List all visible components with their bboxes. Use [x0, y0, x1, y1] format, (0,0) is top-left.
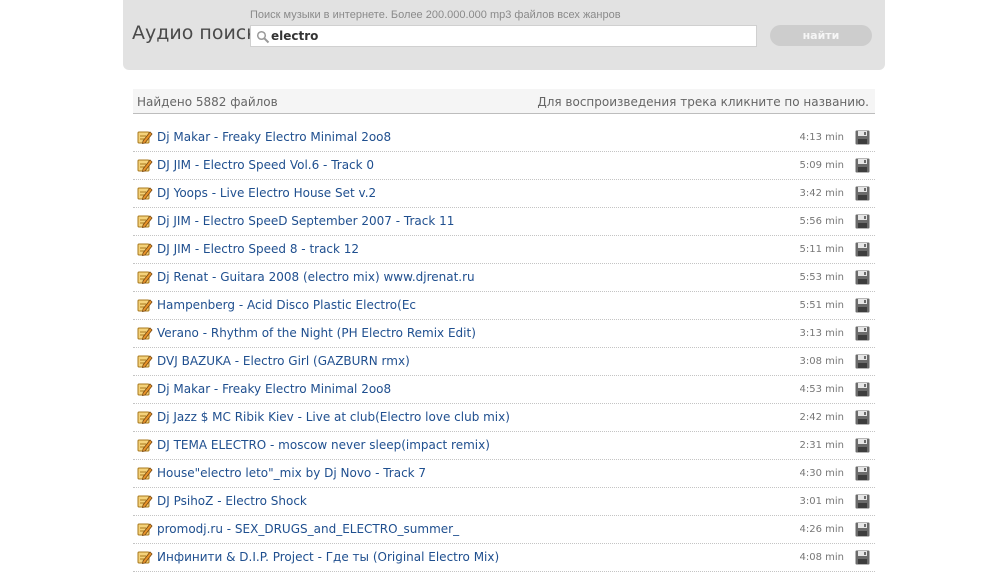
track-duration: 4:26 min	[799, 524, 845, 535]
download-floppy-icon[interactable]	[855, 242, 870, 257]
track-duration: 5:09 min	[799, 160, 845, 171]
search-tagline: Поиск музыки в интернете. Более 200.000.…	[250, 9, 621, 21]
track-title-link[interactable]: Dj JIM - Electro SpeeD September 2007 - …	[157, 214, 454, 228]
download-floppy-icon[interactable]	[855, 130, 870, 145]
download-floppy-icon[interactable]	[855, 438, 870, 453]
search-button[interactable]: найти	[770, 25, 872, 46]
download-floppy-icon[interactable]	[855, 158, 870, 173]
track-row: House"electro leto"_mix by Dj Novo - Tra…	[133, 460, 875, 488]
search-panel: Аудио поиск Поиск музыки в интернете. Бо…	[123, 0, 885, 70]
page-title: Аудио поиск	[132, 22, 258, 44]
pencil-note-icon[interactable]	[137, 493, 153, 509]
download-floppy-icon[interactable]	[855, 382, 870, 397]
track-row: promodj.ru - SEX_DRUGS_and_ELECTRO_summe…	[133, 516, 875, 544]
pencil-note-icon[interactable]	[137, 297, 153, 313]
track-row: Dj Renat - Guitara 2008 (electro mix) ww…	[133, 264, 875, 292]
track-row: DJ PsihoZ - Electro Shock 3:01 min	[133, 488, 875, 516]
play-hint: Для воспроизведения трека кликните по на…	[537, 95, 869, 109]
track-title-link[interactable]: House"electro leto"_mix by Dj Novo - Tra…	[157, 466, 426, 480]
track-duration: 5:53 min	[799, 272, 845, 283]
pencil-note-icon[interactable]	[137, 241, 153, 257]
download-floppy-icon[interactable]	[855, 186, 870, 201]
track-title-link[interactable]: Hampenberg - Acid Disco Plastic Electro(…	[157, 298, 416, 312]
track-row: Dj Makar - Freaky Electro Minimal 2oo8 4:…	[133, 376, 875, 404]
search-input[interactable]	[271, 26, 751, 46]
track-row: DJ JIM - Electro Speed 8 - track 12 5:11 …	[133, 236, 875, 264]
track-duration: 3:01 min	[799, 496, 845, 507]
track-duration: 2:31 min	[799, 440, 845, 451]
download-floppy-icon[interactable]	[855, 354, 870, 369]
track-title-link[interactable]: DJ TEMA ELECTRO - moscow never sleep(imp…	[157, 438, 490, 452]
pencil-note-icon[interactable]	[137, 437, 153, 453]
track-row: Инфинити & D.I.P. Project - Где ты (Orig…	[133, 544, 875, 572]
track-row: Hampenberg - Acid Disco Plastic Electro(…	[133, 292, 875, 320]
pencil-note-icon[interactable]	[137, 269, 153, 285]
track-duration: 3:13 min	[799, 328, 845, 339]
track-row: DJ Yoops - Live Electro House Set v.2 3:4…	[133, 180, 875, 208]
track-duration: 5:11 min	[799, 244, 845, 255]
track-duration: 3:42 min	[799, 188, 845, 199]
download-floppy-icon[interactable]	[855, 494, 870, 509]
track-duration: 4:13 min	[799, 132, 845, 143]
track-title-link[interactable]: Dj Makar - Freaky Electro Minimal 2oo8	[157, 130, 391, 144]
track-title-link[interactable]: DJ JIM - Electro Speed Vol.6 - Track 0	[157, 158, 374, 172]
track-row: Verano - Rhythm of the Night (PH Electro…	[133, 320, 875, 348]
results-count: Найдено 5882 файлов	[137, 95, 278, 109]
download-floppy-icon[interactable]	[855, 214, 870, 229]
pencil-note-icon[interactable]	[137, 325, 153, 341]
track-title-link[interactable]: Инфинити & D.I.P. Project - Где ты (Orig…	[157, 550, 499, 564]
track-duration: 4:08 min	[799, 552, 845, 563]
pencil-note-icon[interactable]	[137, 549, 153, 565]
track-title-link[interactable]: Dj Renat - Guitara 2008 (electro mix) ww…	[157, 270, 475, 284]
download-floppy-icon[interactable]	[855, 270, 870, 285]
download-floppy-icon[interactable]	[855, 326, 870, 341]
results-header: Найдено 5882 файлов Для воспроизведения …	[133, 89, 875, 114]
pencil-note-icon[interactable]	[137, 185, 153, 201]
track-duration: 4:53 min	[799, 384, 845, 395]
track-duration: 3:08 min	[799, 356, 845, 367]
track-row: DJ JIM - Electro Speed Vol.6 - Track 0 5:…	[133, 152, 875, 180]
track-title-link[interactable]: promodj.ru - SEX_DRUGS_and_ELECTRO_summe…	[157, 522, 459, 536]
track-title-link[interactable]: DVJ BAZUKA - Electro Girl (GAZBURN rmx)	[157, 354, 410, 368]
pencil-note-icon[interactable]	[137, 409, 153, 425]
pencil-note-icon[interactable]	[137, 213, 153, 229]
track-row: Dj JIM - Electro SpeeD September 2007 - …	[133, 208, 875, 236]
search-icon	[256, 30, 270, 44]
track-row: Dj Jazz $ MC Ribik Kiev - Live at club(E…	[133, 404, 875, 432]
download-floppy-icon[interactable]	[855, 466, 870, 481]
track-list: Dj Makar - Freaky Electro Minimal 2oo8 4:…	[133, 124, 875, 572]
search-box[interactable]	[250, 25, 757, 47]
download-floppy-icon[interactable]	[855, 550, 870, 565]
track-title-link[interactable]: DJ PsihoZ - Electro Shock	[157, 494, 307, 508]
track-title-link[interactable]: DJ Yoops - Live Electro House Set v.2	[157, 186, 376, 200]
track-title-link[interactable]: Verano - Rhythm of the Night (PH Electro…	[157, 326, 476, 340]
download-floppy-icon[interactable]	[855, 522, 870, 537]
track-title-link[interactable]: Dj Makar - Freaky Electro Minimal 2oo8	[157, 382, 391, 396]
pencil-note-icon[interactable]	[137, 465, 153, 481]
track-duration: 2:42 min	[799, 412, 845, 423]
track-duration: 5:56 min	[799, 216, 845, 227]
track-row: DVJ BAZUKA - Electro Girl (GAZBURN rmx) 3…	[133, 348, 875, 376]
download-floppy-icon[interactable]	[855, 410, 870, 425]
track-duration: 5:51 min	[799, 300, 845, 311]
download-floppy-icon[interactable]	[855, 298, 870, 313]
track-title-link[interactable]: Dj Jazz $ MC Ribik Kiev - Live at club(E…	[157, 410, 510, 424]
track-row: Dj Makar - Freaky Electro Minimal 2oo8 4:…	[133, 124, 875, 152]
track-duration: 4:30 min	[799, 468, 845, 479]
pencil-note-icon[interactable]	[137, 521, 153, 537]
track-row: DJ TEMA ELECTRO - moscow never sleep(imp…	[133, 432, 875, 460]
pencil-note-icon[interactable]	[137, 129, 153, 145]
pencil-note-icon[interactable]	[137, 353, 153, 369]
pencil-note-icon[interactable]	[137, 381, 153, 397]
track-title-link[interactable]: DJ JIM - Electro Speed 8 - track 12	[157, 242, 359, 256]
pencil-note-icon[interactable]	[137, 157, 153, 173]
